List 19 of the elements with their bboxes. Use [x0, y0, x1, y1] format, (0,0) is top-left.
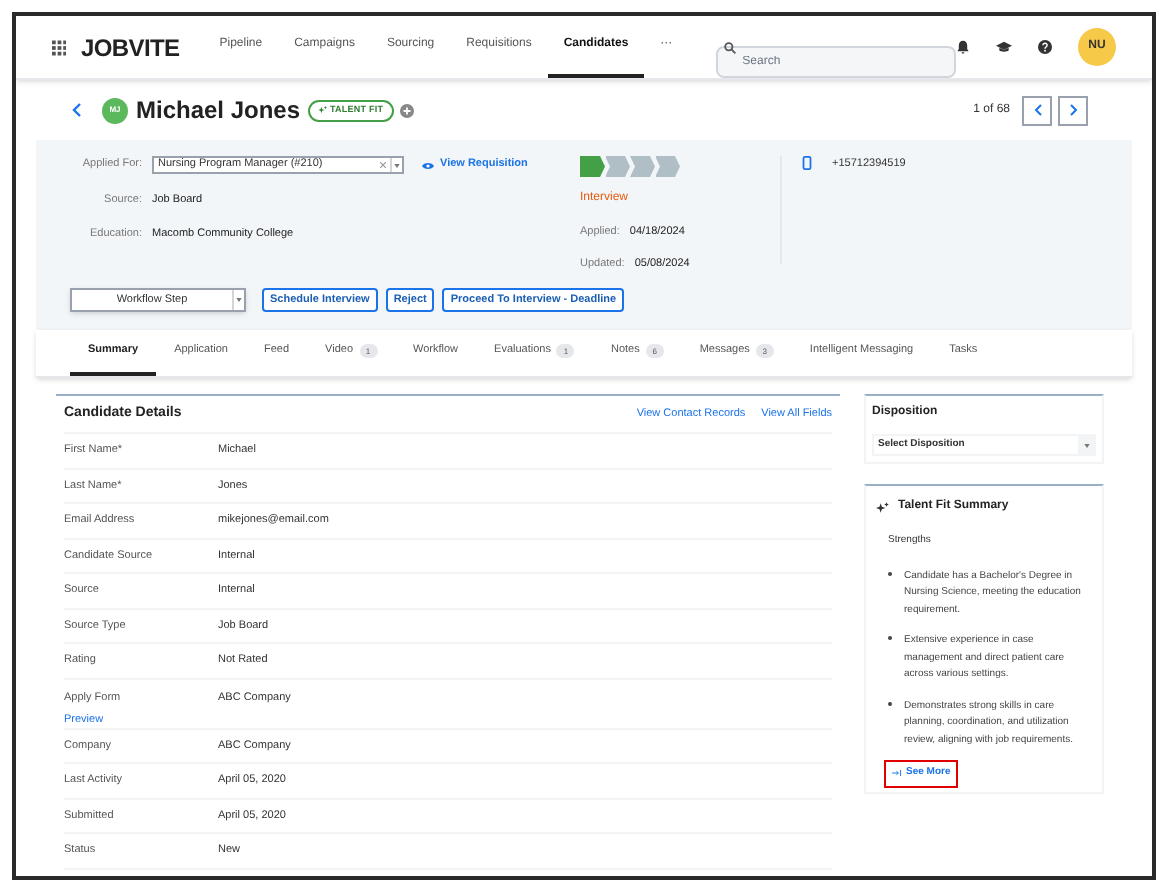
search-icon: [724, 41, 737, 53]
previous-button[interactable]: [1022, 95, 1052, 125]
eye-icon: [422, 161, 434, 169]
add-circle-icon[interactable]: [399, 103, 414, 117]
app-grid-icon[interactable]: [52, 39, 67, 55]
dropdown-arrow-icon: [232, 290, 244, 310]
chevron-left-icon: [1033, 104, 1041, 116]
phone-icon: [802, 156, 812, 170]
dropdown-arrow-icon: [390, 158, 402, 172]
graduation-cap-icon[interactable]: [996, 40, 1012, 54]
candidate-name: Michael Jones: [136, 94, 301, 128]
bell-icon[interactable]: [956, 40, 970, 54]
arrow-to-bar-icon: [892, 770, 902, 777]
clear-icon[interactable]: [376, 162, 390, 168]
chevron-right-icon: [1069, 104, 1077, 116]
help-icon[interactable]: [1038, 40, 1052, 54]
next-button[interactable]: [1058, 95, 1088, 125]
jobvite-logo[interactable]: JOBVITE: [80, 29, 180, 65]
sparkle-icon: [876, 501, 890, 513]
